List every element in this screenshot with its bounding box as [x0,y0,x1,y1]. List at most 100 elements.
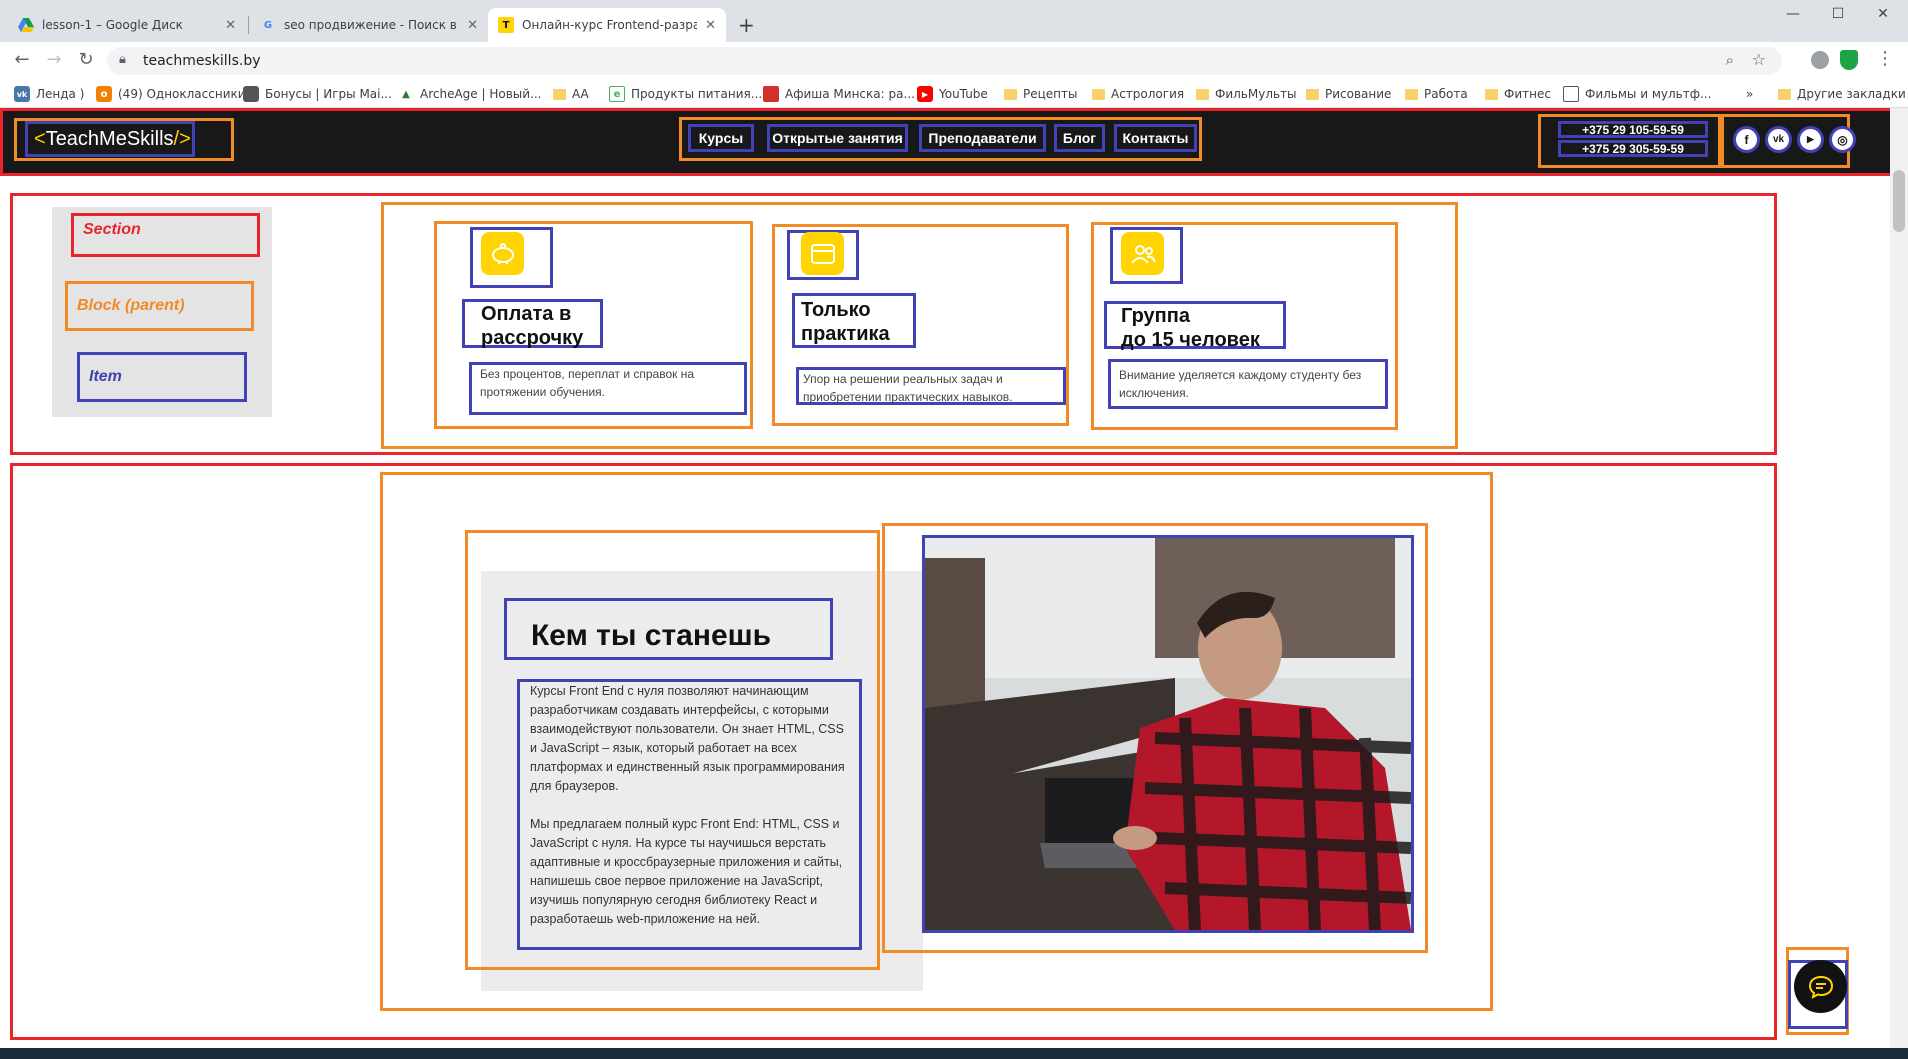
bookmark-other[interactable]: Другие закладки [1778,84,1906,104]
bookmark-label: Продукты питания... [631,87,763,101]
reload-icon[interactable]: ↻ [74,49,98,70]
folder-icon [1778,88,1791,100]
feature-title-line: Только [801,299,871,321]
bookmark-label: Ленда ) [36,87,85,101]
about-title: Кем ты станешь [504,598,833,660]
os-taskbar [0,1048,1908,1059]
tab-divider [248,16,249,34]
vk-icon[interactable]: vk [1765,126,1792,153]
odnoklassniki-icon: о [96,86,112,102]
page-scrollbar[interactable] [1890,108,1908,1048]
new-tab-button[interactable]: + [738,13,755,37]
maximize-icon[interactable]: ☐ [1823,6,1853,22]
zoom-icon[interactable]: ⌕ [1726,51,1734,69]
bookmark-label: Бонусы | Игры Mai... [265,87,392,101]
folder-icon [1405,88,1418,100]
browser-window-icon [801,232,844,275]
google-drive-icon [18,17,34,33]
film-icon [1563,86,1579,102]
folder-icon [1196,88,1209,100]
feature-title: Только практика [792,293,916,348]
logo-text: TeachMeSkills [45,127,174,150]
bookmark-label: AA [572,87,589,101]
instagram-icon[interactable]: ◎ [1829,126,1856,153]
close-tab-icon[interactable]: ✕ [225,18,236,33]
bookmark-cartoons[interactable]: ФильМульты [1196,84,1297,104]
chat-bubble-icon [1808,975,1833,999]
bookmark-label: » [1746,87,1754,101]
bookmark-label: Другие закладки [1797,87,1906,101]
bookmark-aa[interactable]: AA [553,84,589,104]
bookmark-products[interactable]: e Продукты питания... [609,84,762,104]
nav-contacts[interactable]: Контакты [1114,124,1197,152]
phone-number-1[interactable]: +375 29 105-59-59 [1558,121,1708,138]
legend-block: Block (parent) [65,281,254,331]
forward-arrow-icon[interactable]: → [42,49,66,70]
tab-teachmeskills[interactable]: T Онлайн-курс Frontend-разрабо ✕ [488,8,726,42]
bookmark-work[interactable]: Работа [1405,84,1468,104]
folder-icon [1004,88,1017,100]
shield-extension-icon[interactable] [1840,50,1858,70]
tab-google-search[interactable]: G seo продвижение - Поиск в Goo ✕ [250,8,488,42]
bookmark-afisha[interactable]: Афиша Минска: ра... [763,84,915,104]
people-group-icon [1121,232,1164,275]
url-text: teachmeskills.by [143,53,261,69]
bookmark-label: (49) Одноклассники [118,87,246,101]
tab-title: Онлайн-курс Frontend-разрабо [522,18,698,32]
tab-title: lesson-1 – Google Диск [42,18,183,32]
tab-title: seo продвижение - Поиск в Goo [284,18,459,32]
bookmark-drawing[interactable]: Рисование [1306,84,1391,104]
google-icon: G [263,19,273,31]
feature-title-line: Оплата в [481,303,572,325]
nav-open-lessons[interactable]: Открытые занятия [767,124,908,152]
close-tab-icon[interactable]: ✕ [705,18,716,33]
phone-number-2[interactable]: +375 29 305-59-59 [1558,140,1708,157]
logo-bracket-right: /> [173,127,191,150]
bookmark-label: YouTube [939,87,988,101]
address-bar[interactable]: 🔒︎ teachmeskills.by ⌕ ☆ [107,47,1782,75]
tab-google-drive[interactable]: lesson-1 – Google Диск ✕ [8,8,246,42]
bookmark-recipes[interactable]: Рецепты [1004,84,1077,104]
back-arrow-icon[interactable]: ← [10,49,34,70]
piggy-bank-icon [481,232,524,275]
nav-teachers[interactable]: Преподаватели [919,124,1046,152]
bookmark-fitness[interactable]: Фитнес [1485,84,1551,104]
close-tab-icon[interactable]: ✕ [467,18,478,33]
feature-title: Группа до 15 человек [1104,301,1286,351]
bookmark-mail-games[interactable]: Бонусы | Игры Mai... [243,84,392,104]
bookmark-vk[interactable]: vk Ленда ) [14,84,84,104]
site-logo[interactable]: < TeachMeSkills /> [25,121,195,157]
feature-title-line: практика [801,323,890,345]
afisha-icon [763,86,779,102]
bookmark-films[interactable]: Фильмы и мультф... [1563,84,1711,104]
bookmark-label: Фитнес [1504,87,1551,101]
bookmark-ok[interactable]: о (49) Одноклассники [96,84,246,104]
minimize-icon[interactable]: — [1778,6,1808,22]
browser-menu-icon[interactable]: ⋮ [1876,48,1894,69]
nav-blog[interactable]: Блог [1054,124,1105,152]
close-window-icon[interactable]: ✕ [1868,6,1898,22]
bookmark-label: Рецепты [1023,87,1078,101]
facebook-icon[interactable]: f [1733,126,1760,153]
youtube-icon[interactable]: ▶ [1797,126,1824,153]
nav-courses[interactable]: Курсы [688,124,754,152]
feature-title-line: рассрочку [481,327,584,349]
bookmark-star-icon[interactable]: ☆ [1752,50,1766,69]
feature-title-line: Группа [1121,305,1190,327]
youtube-icon: ▶ [917,86,933,102]
legend-item: Item [77,352,247,402]
profile-avatar-icon[interactable] [1811,51,1829,69]
bookmark-archeage[interactable]: ▲ ArcheAge | Новый... [398,84,541,104]
feature-description: Внимание уделяется каждому студенту без … [1108,359,1388,409]
chat-button[interactable] [1794,960,1847,1013]
logo-bracket-left: < [34,127,46,150]
scrollbar-thumb[interactable] [1893,170,1905,232]
bookmark-label: Рисование [1325,87,1392,101]
bookmark-label: ФильМульты [1215,87,1297,101]
bookmarks-overflow-chevron[interactable]: » [1746,84,1753,104]
lock-icon: 🔒︎ [119,52,126,67]
folder-icon [1306,88,1319,100]
bookmark-youtube[interactable]: ▶ YouTube [917,84,988,104]
bookmark-astrology[interactable]: Астрология [1092,84,1184,104]
feature-title: Оплата в рассрочку [462,299,603,349]
